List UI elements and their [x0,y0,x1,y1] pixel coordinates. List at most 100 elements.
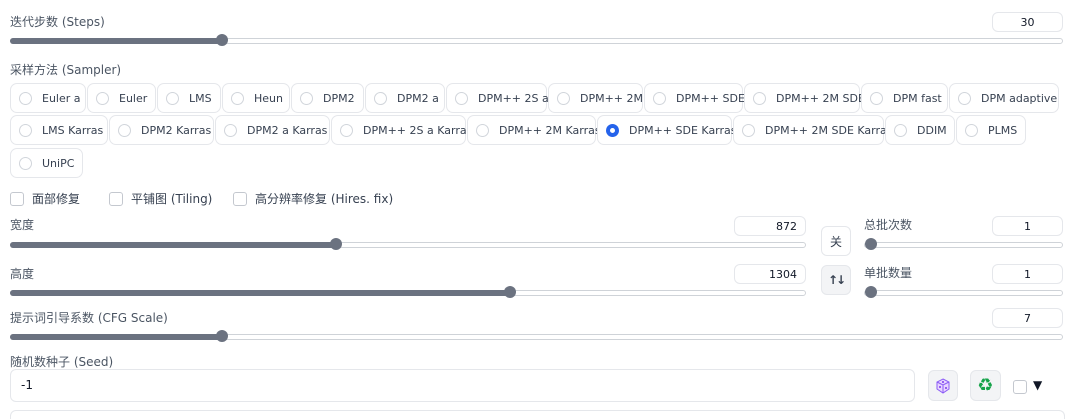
radio-circle[interactable] [753,91,766,105]
sampler-option[interactable]: LMS Karras [10,115,108,145]
sampler-option-label: DPM++ 2M SDE Karras [765,123,893,137]
steps-slider-fill [10,38,221,44]
sampler-option[interactable]: Heun [222,83,290,113]
sampler-option[interactable]: DPM++ SDE [644,83,745,113]
hires-fix-label: 高分辨率修复 (Hires. fix) [255,192,394,206]
radio-circle[interactable] [894,123,907,137]
sampler-option-label: DPM++ 2M Karras [499,123,601,137]
cfg-scale-slider[interactable] [10,330,1063,342]
sampler-option-label: DPM2 Karras [141,123,212,137]
sampler-option[interactable]: DPM++ 2M SDE Karras [733,115,893,145]
radio-circle[interactable] [166,91,179,105]
sampler-option-label: DDIM [917,123,947,137]
tiling-checkbox[interactable]: 平铺图 (Tiling) [109,190,212,207]
steps-number-input[interactable]: 30 [992,12,1063,32]
sampler-option[interactable]: DPM++ 2S a Karras [331,115,472,145]
sampler-option[interactable]: DPM++ 2M SDE [744,83,865,113]
radio-circle[interactable] [455,91,468,105]
batch-size-number-input[interactable]: 1 [992,264,1063,284]
extra-options-toggle[interactable]: ▼ [1033,378,1042,392]
next-panel-edge [10,410,1065,419]
radio-circle[interactable] [231,91,244,105]
restore-faces-checkbox[interactable]: 面部修复 [10,190,80,207]
sampler-option-label: Euler a [42,91,81,105]
sampler-option-label: DPM++ SDE Karras [629,123,737,137]
random-seed-button[interactable] [928,370,958,401]
height-slider-thumb[interactable] [504,286,516,298]
batch-count-slider-thumb[interactable] [865,238,877,250]
hires-fix-checkbox[interactable]: 高分辨率修复 (Hires. fix) [233,190,393,207]
cfg-scale-label: 提示词引导系数 (CFG Scale) [10,311,168,325]
sampler-option[interactable]: DPM++ 2M [548,83,643,113]
cfg-scale-slider-thumb[interactable] [216,330,228,342]
sampler-option-label: LMS Karras [42,123,104,137]
sampler-option-label: PLMS [988,123,1018,137]
steps-slider-thumb[interactable] [216,34,228,46]
height-slider[interactable] [10,286,806,298]
sampler-option-label: DPM++ 2M SDE [776,91,865,105]
width-slider-fill [10,242,335,248]
radio-circle[interactable] [557,91,570,105]
sampler-option[interactable]: DPM fast [861,83,948,113]
sampler-option[interactable]: DPM++ SDE Karras [597,115,737,145]
sampler-option[interactable]: PLMS [956,115,1026,145]
radio-circle[interactable] [870,91,883,105]
radio-circle[interactable] [374,91,387,105]
width-slider-thumb[interactable] [330,238,342,250]
sampler-option[interactable]: DPM2 a [365,83,445,113]
sampler-option-label: DPM++ 2M [580,91,644,105]
batch-count-number-input[interactable]: 1 [992,216,1063,236]
radio-circle[interactable] [606,123,619,137]
batch-size-slider[interactable] [864,286,1063,298]
cfg-scale-slider-fill [10,334,221,340]
width-slider[interactable] [10,238,806,250]
batch-size-label: 单批数量 [864,266,913,280]
radio-circle[interactable] [118,123,131,137]
width-number-input[interactable]: 872 [734,216,806,236]
batch-size-slider-thumb[interactable] [865,286,877,298]
sampler-option-label: DPM++ SDE [676,91,745,105]
radio-circle[interactable] [19,91,32,105]
swap-dimensions-button[interactable]: ↑↓ [821,265,851,295]
steps-slider[interactable] [10,34,1063,46]
sampler-option[interactable]: DPM++ 2M Karras [467,115,601,145]
checkbox-box[interactable] [10,191,24,206]
height-number-input[interactable]: 1304 [734,264,806,284]
checkbox-box[interactable] [233,191,247,206]
radio-circle[interactable] [300,91,313,105]
checkbox-box[interactable] [109,191,123,206]
sampler-option[interactable]: DPM adaptive [949,83,1059,113]
reuse-seed-button[interactable]: ♻ [970,370,1001,401]
swap-vertical-icon: ↑↓ [827,273,846,287]
sampler-option-label: DPM2 a Karras [247,123,328,137]
radio-circle[interactable] [224,123,237,137]
sampler-option[interactable]: UniPC [10,148,83,178]
restore-faces-label: 面部修复 [32,192,81,206]
sampler-option-label: DPM2 a [397,91,439,105]
sampler-option-label: Heun [254,91,283,105]
sampler-option[interactable]: DDIM [885,115,955,145]
sampler-option[interactable]: LMS [157,83,221,113]
sampler-option[interactable]: DPM++ 2S a [446,83,549,113]
radio-circle[interactable] [476,123,489,137]
sampler-option[interactable]: DPM2 a Karras [215,115,330,145]
sampler-option[interactable]: Euler [87,83,156,113]
radio-circle[interactable] [965,123,978,137]
radio-circle[interactable] [742,123,755,137]
radio-circle[interactable] [96,91,109,105]
batch-count-slider[interactable] [864,238,1063,250]
radio-circle[interactable] [19,156,32,170]
sampler-option-label: Euler [119,91,148,105]
extra-seed-checkbox[interactable] [1013,380,1027,394]
seed-input[interactable]: -1 [10,369,915,402]
radio-circle[interactable] [653,91,666,105]
sampler-option[interactable]: Euler a [10,83,86,113]
sampler-option[interactable]: DPM2 [291,83,364,113]
close-button[interactable]: 关 [821,226,851,256]
radio-circle[interactable] [19,123,32,137]
radio-circle[interactable] [958,91,971,105]
recycle-icon: ♻ [977,374,994,396]
cfg-scale-number-input[interactable]: 7 [992,308,1063,328]
radio-circle[interactable] [340,123,353,137]
sampler-option[interactable]: DPM2 Karras [109,115,214,145]
